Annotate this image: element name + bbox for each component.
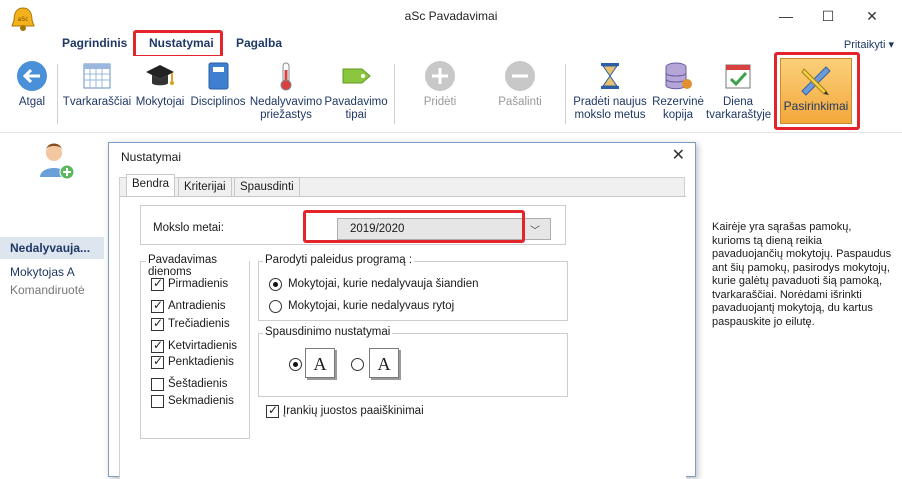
print-landscape-radio[interactable] xyxy=(351,358,364,371)
day-in-timetable-button[interactable]: Diena tvarkaraštyje xyxy=(706,60,772,122)
tag-icon xyxy=(342,68,371,84)
tuesday-label: Antradienis xyxy=(168,300,226,312)
portrait-page-icon: A xyxy=(305,348,335,378)
substitution-types-label-1: Pavadavimo xyxy=(324,96,388,108)
chevron-down-icon: ﹀ xyxy=(530,226,540,237)
absence-reasons-button[interactable]: Nedalyvavimo priežastys xyxy=(249,60,323,122)
graduation-cap-icon xyxy=(146,65,174,86)
add-label: Pridėti xyxy=(423,96,457,108)
timetables-button[interactable]: Tvarkaraščiai xyxy=(62,60,132,109)
back-button[interactable]: Atgal xyxy=(10,60,54,109)
toolbar-separator xyxy=(394,64,395,124)
highlight-choices-button xyxy=(774,52,860,130)
show-today-radio[interactable] xyxy=(269,278,282,291)
thursday-checkbox[interactable] xyxy=(151,338,164,353)
timetables-label: Tvarkaraščiai xyxy=(62,96,132,108)
startup-group: Parodyti paleidus programą : Mokytojai, … xyxy=(258,254,568,321)
print-settings-group: Spausdinimo nustatymai A A xyxy=(258,326,568,397)
database-icon xyxy=(665,62,692,90)
sunday-label: Sekmadienis xyxy=(168,395,234,407)
tuesday-checkbox[interactable] xyxy=(151,298,164,313)
days-group-title: Pavadavimas dienoms xyxy=(146,254,249,278)
wednesday-checkbox[interactable] xyxy=(151,316,164,331)
menu-home[interactable]: Pagrindinis xyxy=(62,36,127,50)
backup-label-2: kopija xyxy=(662,109,694,121)
subjects-button[interactable]: Disciplinos xyxy=(190,60,246,109)
remove-label: Pašalinti xyxy=(498,96,542,108)
teachers-label: Mokytojai xyxy=(135,96,185,108)
help-text: Kairėje yra sąrašas pamokų, kurioms tą d… xyxy=(712,221,892,328)
add-person-icon[interactable] xyxy=(36,139,78,181)
menu-help[interactable]: Pagalba xyxy=(236,36,282,50)
maximize-button[interactable]: ☐ xyxy=(808,4,848,28)
highlight-school-year xyxy=(303,210,525,243)
substitution-types-button[interactable]: Pavadavimo tipai xyxy=(324,60,388,122)
subjects-label: Disciplinos xyxy=(190,96,246,108)
backup-button[interactable]: Rezervinė kopija xyxy=(650,60,706,122)
days-group: Pavadavimas dienoms Pirmadienis Antradie… xyxy=(140,254,250,439)
minimize-button[interactable]: — xyxy=(766,4,806,28)
teachers-button[interactable]: Mokytojai xyxy=(132,60,188,109)
tab-criteria[interactable]: Kriterijai xyxy=(178,177,232,197)
settings-dialog: Nustatymai ✕ Bendra Kriterijai Spausdint… xyxy=(108,142,696,479)
print-portrait-radio[interactable] xyxy=(289,358,302,371)
remove-button[interactable]: Pašalinti xyxy=(490,60,550,109)
show-tomorrow-radio[interactable] xyxy=(269,300,282,313)
backup-label-1: Rezervinė xyxy=(652,96,704,108)
day-in-timetable-label-1: Diena xyxy=(722,96,754,108)
landscape-page-icon: A xyxy=(369,348,399,378)
sidebar-item-teacher-a[interactable]: Mokytojas A xyxy=(10,265,75,279)
monday-label: Pirmadienis xyxy=(168,278,229,290)
toolbar-separator xyxy=(57,64,58,124)
sidebar-item-business-trip[interactable]: Komandiruotė xyxy=(10,283,85,297)
hourglass-icon xyxy=(601,63,619,89)
book-icon xyxy=(208,62,229,90)
customize-menu[interactable]: Pritaikyti ▾ xyxy=(844,38,894,51)
add-button[interactable]: Pridėti xyxy=(412,60,468,109)
show-tomorrow-label: Mokytojai, kurie nedalyvaus rytoj xyxy=(288,300,455,312)
calendar-check-icon xyxy=(725,64,751,89)
toolbar-separator xyxy=(565,64,566,124)
absent-header[interactable]: Nedalyvauja... xyxy=(0,237,104,259)
tab-general[interactable]: Bendra xyxy=(126,174,176,197)
monday-checkbox[interactable] xyxy=(151,276,164,291)
print-settings-group-title: Spausdinimo nustatymai xyxy=(263,326,393,338)
close-button[interactable]: ✕ xyxy=(852,4,892,28)
friday-label: Penktadienis xyxy=(168,356,234,368)
back-label: Atgal xyxy=(18,96,46,108)
new-school-year-label-2: mokslo metus xyxy=(574,109,646,121)
thursday-label: Ketvirtadienis xyxy=(168,340,238,352)
new-school-year-button[interactable]: Pradėti naujus mokslo metus xyxy=(570,60,650,122)
plus-circle-icon xyxy=(425,61,455,91)
new-school-year-label-1: Pradėti naujus xyxy=(573,96,647,108)
tab-print[interactable]: Spausdinti xyxy=(234,177,300,197)
day-in-timetable-label-2: tvarkaraštyje xyxy=(706,109,772,121)
dialog-title: Nustatymai xyxy=(121,150,182,164)
wednesday-label: Trečiadienis xyxy=(168,318,230,330)
back-arrow-icon xyxy=(17,61,47,91)
toolbar-hints-checkbox[interactable] xyxy=(266,403,279,418)
grid-icon xyxy=(83,63,111,89)
highlight-settings-menu xyxy=(133,30,223,58)
substitution-types-label-2: tipai xyxy=(345,109,367,121)
saturday-checkbox[interactable] xyxy=(151,378,164,391)
friday-checkbox[interactable] xyxy=(151,354,164,369)
dialog-close-icon[interactable]: ✕ xyxy=(672,145,685,165)
saturday-label: Šeštadienis xyxy=(168,378,228,390)
left-panel: Nedalyvauja... Mokytojas A Komandiruotė xyxy=(0,133,104,478)
startup-group-title: Parodyti paleidus programą : xyxy=(263,254,415,266)
show-today-label: Mokytojai, kurie nedalyvauja šiandien xyxy=(288,278,479,290)
minus-circle-icon xyxy=(505,61,535,91)
title-bar: aSc aSc Pavadavimai — ☐ ✕ xyxy=(0,0,902,32)
toolbar-hints-label: Įrankių juostos paaiškinimai xyxy=(283,405,424,417)
absence-reasons-label-1: Nedalyvavimo xyxy=(249,96,323,108)
thermometer-icon xyxy=(280,62,292,91)
toolbar: Atgal Tvarkaraščiai Mokytojai Disciplino… xyxy=(0,56,902,132)
school-year-label: Mokslo metai: xyxy=(153,222,224,234)
absence-reasons-label-2: priežastys xyxy=(260,109,312,121)
sunday-checkbox[interactable] xyxy=(151,395,164,408)
